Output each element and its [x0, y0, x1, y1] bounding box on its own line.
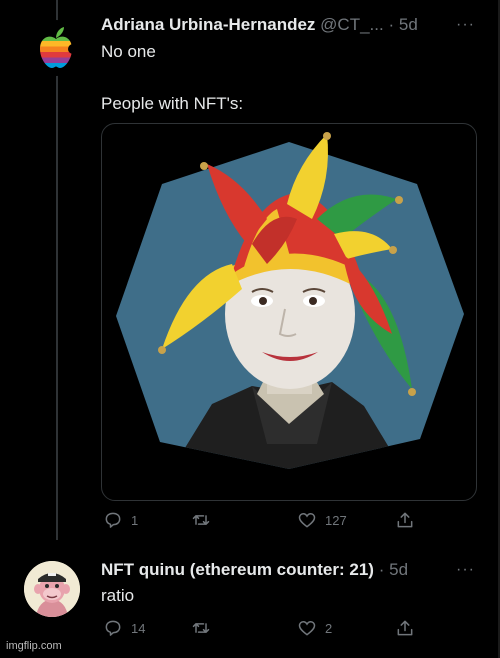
author-name[interactable]: NFT quinu (ethereum counter: 21): [101, 560, 374, 579]
more-options-button[interactable]: ···: [456, 16, 475, 34]
thread-line: [56, 0, 58, 540]
retweet-icon: [192, 515, 210, 525]
tweet-actions: 1 127: [101, 510, 431, 532]
tweet-text: ratio: [101, 586, 135, 605]
tweet-text-line-1: No one: [101, 42, 156, 61]
like-count: 2: [325, 620, 333, 636]
author-avatar[interactable]: [24, 561, 80, 617]
retweet-button[interactable]: [191, 618, 219, 638]
apple-logo-icon: [40, 27, 78, 68]
author-handle[interactable]: @CT_...: [320, 15, 384, 34]
reply-button[interactable]: 14: [103, 618, 145, 638]
more-options-button[interactable]: ···: [456, 561, 475, 579]
share-button[interactable]: [395, 618, 415, 638]
imgflip-watermark: imgflip.com: [6, 640, 62, 652]
tweet-time[interactable]: 5d: [399, 15, 418, 34]
dot-separator: ·: [378, 560, 385, 579]
retweet-icon: [192, 623, 210, 633]
reply-count: 1: [131, 512, 139, 528]
author-avatar[interactable]: [28, 20, 84, 76]
tweet-actions: 14 2: [101, 618, 431, 640]
dot-separator: ·: [388, 15, 395, 34]
share-icon: [397, 512, 413, 528]
bored-ape-avatar-icon: [24, 561, 80, 617]
share-button[interactable]: [395, 510, 415, 530]
like-icon: [298, 512, 316, 528]
author-name[interactable]: Adriana Urbina-Hernandez: [101, 15, 315, 34]
like-icon: [298, 620, 316, 636]
tweet-header: NFT quinu (ethereum counter: 21) · 5d: [101, 560, 408, 580]
like-count: 127: [325, 512, 347, 528]
reply-icon: [105, 620, 121, 636]
share-icon: [397, 620, 413, 636]
reply-icon: [105, 512, 121, 528]
jester-image: [116, 132, 464, 469]
reply-count: 14: [131, 620, 146, 636]
tweet-text-line-2: People with NFT's:: [101, 94, 244, 113]
like-button[interactable]: 2: [297, 618, 332, 638]
like-button[interactable]: 127: [297, 510, 347, 530]
retweet-button[interactable]: [191, 510, 219, 530]
tweet-header: Adriana Urbina-Hernandez @CT_... · 5d: [101, 15, 418, 35]
tweet-media-image[interactable]: [101, 123, 477, 501]
reply-button[interactable]: 1: [103, 510, 138, 530]
tweet-time[interactable]: 5d: [389, 560, 408, 579]
